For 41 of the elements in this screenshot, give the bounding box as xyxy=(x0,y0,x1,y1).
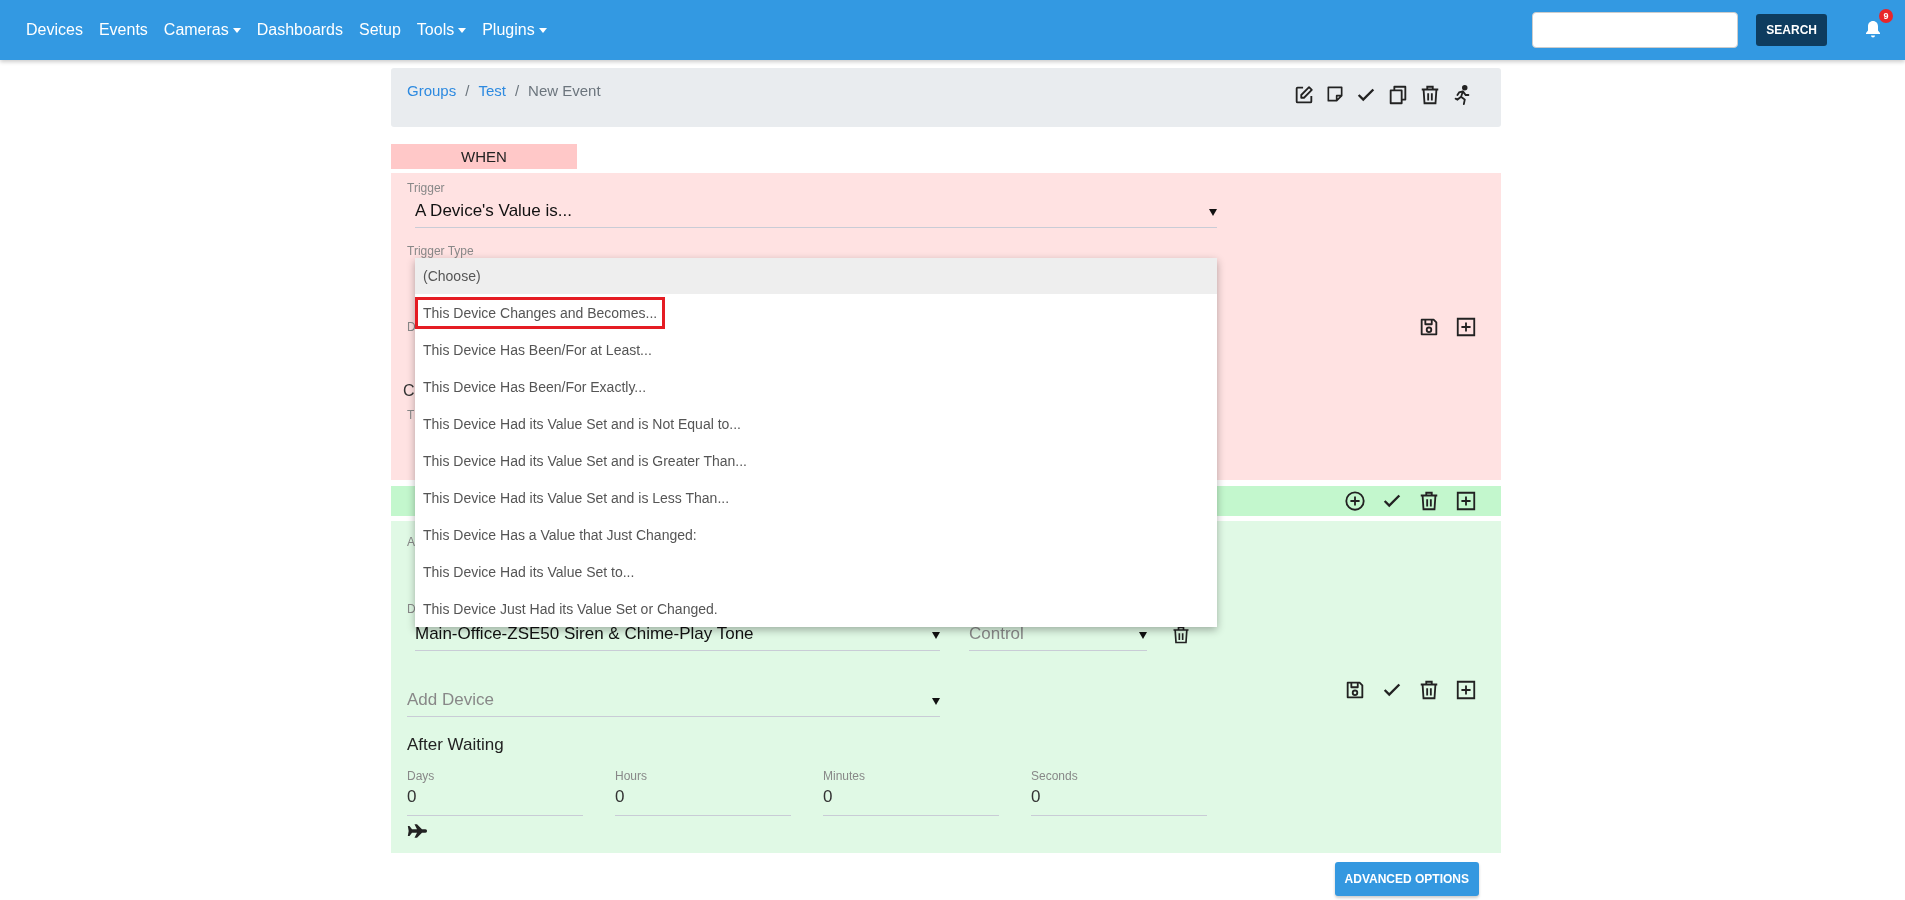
dropdown-option[interactable]: This Device Had its Value Set to... xyxy=(415,553,1217,590)
breadcrumb-separator: / xyxy=(465,82,470,99)
time-field[interactable]: Seconds 0 xyxy=(1031,769,1207,816)
field-label: D xyxy=(407,602,416,616)
dropdown-option[interactable]: This Device Had its Value Set and is Not Equal to... xyxy=(415,405,1217,442)
trash-icon[interactable] xyxy=(1418,490,1440,512)
time-field[interactable]: Minutes 0 xyxy=(823,769,999,816)
bell-icon[interactable] xyxy=(1863,19,1883,39)
dropdown-option[interactable]: This Device Had its Value Set and is Greater Than... xyxy=(415,442,1217,479)
dropdown-option[interactable]: This Device Has a Value that Just Changed: xyxy=(415,516,1217,553)
field-label: T xyxy=(407,408,415,422)
save-icon[interactable] xyxy=(1344,679,1366,701)
field-label: A xyxy=(407,535,415,549)
field-label: D xyxy=(407,320,416,334)
trash-icon[interactable] xyxy=(1418,679,1440,701)
save-icon[interactable] xyxy=(1418,316,1440,338)
trash-icon[interactable] xyxy=(1419,84,1441,106)
breadcrumb-current: New Event xyxy=(528,82,601,99)
trash-icon[interactable] xyxy=(1171,625,1191,645)
dropdown-option[interactable]: (Choose) xyxy=(415,258,1217,294)
trigger-select[interactable]: A Device's Value is... xyxy=(415,196,1217,228)
plus-circle-icon[interactable] xyxy=(1344,490,1366,512)
breadcrumb-separator: / xyxy=(514,82,520,99)
dropdown-option[interactable]: This Device Had its Value Set and is Less Than... xyxy=(415,479,1217,516)
dropdown-option[interactable]: This Device Has Been/For Exactly... xyxy=(415,368,1217,405)
field-label: Trigger xyxy=(407,181,445,195)
search-field[interactable] xyxy=(1532,12,1739,48)
dropdown-option[interactable]: This Device Has Been/For at Least... xyxy=(415,331,1217,368)
time-field[interactable]: Days 0 xyxy=(407,769,583,816)
section-heading: C xyxy=(403,382,415,400)
airplane-icon[interactable] xyxy=(407,824,427,838)
search-button[interactable]: SEARCH xyxy=(1756,14,1827,46)
field-label: Trigger Type xyxy=(407,244,474,258)
copy-icon[interactable] xyxy=(1387,84,1409,106)
when-tag: WHEN xyxy=(391,144,577,169)
section-heading: After Waiting xyxy=(407,735,504,755)
notification-badge: 9 xyxy=(1879,9,1893,23)
time-field[interactable]: Hours 0 xyxy=(615,769,791,816)
dropdown-option[interactable]: This Device Changes and Becomes... xyxy=(415,294,1217,331)
note-icon[interactable] xyxy=(1325,84,1345,104)
edit-icon[interactable] xyxy=(1293,84,1315,106)
